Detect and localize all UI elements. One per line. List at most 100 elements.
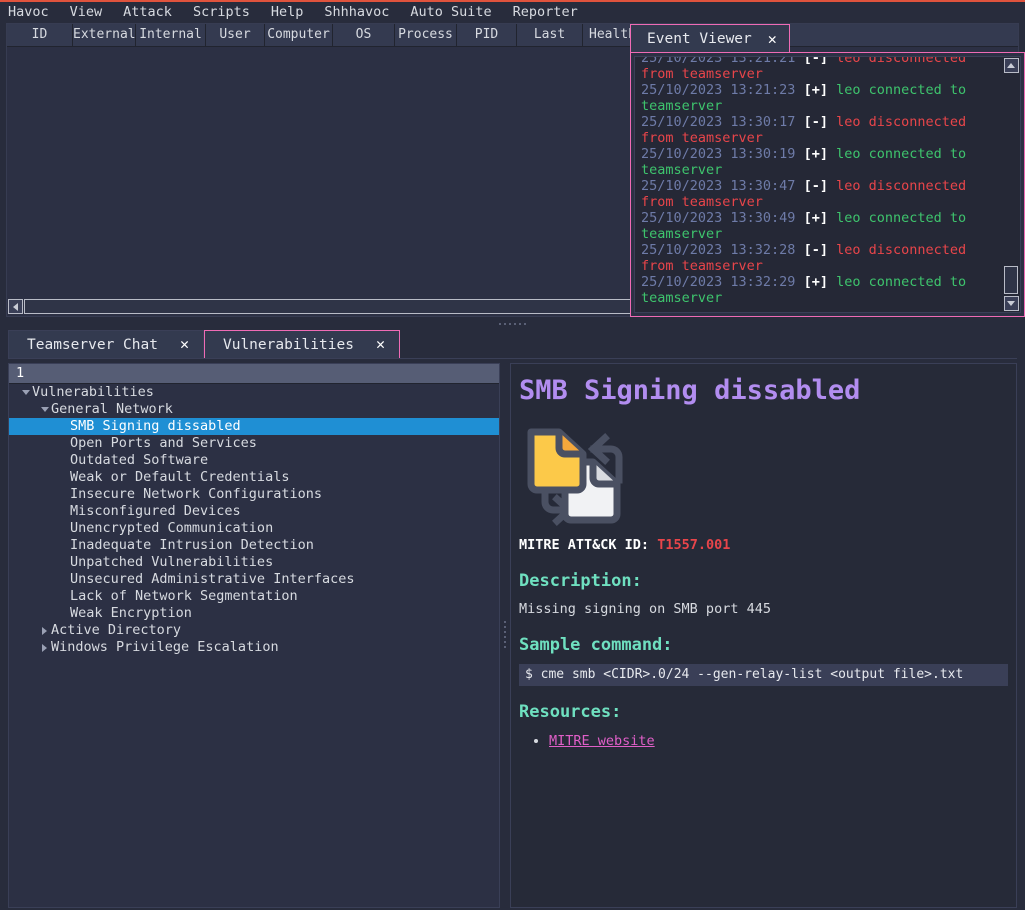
menu-item-reporter[interactable]: Reporter xyxy=(513,2,578,23)
tree-item-label: Vulnerabilities xyxy=(32,384,154,400)
tree-item-label: SMB Signing dissabled xyxy=(70,418,241,434)
caret-down-icon[interactable] xyxy=(38,407,51,412)
menu-item-scripts[interactable]: Scripts xyxy=(193,2,250,23)
tree-item[interactable]: Weak or Default Credentials xyxy=(9,469,499,486)
vertical-splitter[interactable] xyxy=(500,363,510,908)
column-header-internal[interactable]: Internal xyxy=(136,24,206,46)
event-timestamp: 25/10/2023 13:21:21 xyxy=(641,57,796,66)
vertical-scroll-track[interactable] xyxy=(1003,73,1019,296)
column-header-computer[interactable]: Computer xyxy=(265,24,333,46)
column-header-pid[interactable]: PID xyxy=(457,24,517,46)
menu-item-attack[interactable]: Attack xyxy=(123,2,172,23)
mitre-attack-row: MITRE ATT&CK ID: T1557.001 xyxy=(519,536,1008,555)
menu-bar: Havoc View Attack Scripts Help Shhhavoc Auto S… xyxy=(0,2,1025,23)
splitter-handle-dots xyxy=(499,323,526,325)
description-heading: Description: xyxy=(519,571,642,591)
scroll-left-button[interactable] xyxy=(8,299,23,314)
event-timestamp: 25/10/2023 13:30:49 xyxy=(641,210,796,226)
vulnerabilities-pane: 1 Vulnerabilities General Network SMB Sign… xyxy=(8,363,1017,908)
tree-item[interactable]: Inadequate Intrusion Detection xyxy=(9,537,499,554)
event-marker: [+] xyxy=(803,210,828,226)
vulnerability-tree-panel: 1 Vulnerabilities General Network SMB Sign… xyxy=(8,363,500,908)
tab-vulnerabilities[interactable]: Vulnerabilities ✕ xyxy=(203,330,400,358)
mitre-website-link[interactable]: MITRE website xyxy=(549,733,655,749)
tree-item-label: Lack of Network Segmentation xyxy=(70,588,298,604)
sample-command-code[interactable]: $ cme smb <CIDR>.0/24 --gen-relay-list <… xyxy=(519,664,1008,686)
chevron-up-icon xyxy=(1007,63,1015,68)
tree-item[interactable]: Unencrypted Communication xyxy=(9,520,499,537)
column-header-last[interactable]: Last xyxy=(517,24,583,46)
scroll-down-button[interactable] xyxy=(1003,296,1019,311)
resources-list: MITRE website xyxy=(549,731,1008,751)
event-timestamp: 25/10/2023 13:21:23 xyxy=(641,82,796,98)
vulnerability-detail-panel: SMB Signing dissabled MITRE ATT&CK ID: T… xyxy=(510,363,1017,908)
tree-item[interactable]: Weak Encryption xyxy=(9,605,499,622)
column-header-id[interactable]: ID xyxy=(7,24,73,46)
tree-item[interactable]: Lack of Network Segmentation xyxy=(9,588,499,605)
event-viewer-tabbar: Event Viewer ✕ xyxy=(630,23,1025,53)
tab-teamserver-chat[interactable]: Teamserver Chat ✕ xyxy=(8,330,204,358)
column-header-os[interactable]: OS xyxy=(333,24,395,46)
event-timestamp: 25/10/2023 13:30:47 xyxy=(641,178,796,194)
caret-right-icon[interactable] xyxy=(38,626,51,635)
menu-item-auto-suite[interactable]: Auto Suite xyxy=(410,2,491,23)
tree-item[interactable]: Unpatched Vulnerabilities xyxy=(9,554,499,571)
event-log[interactable]: 25/10/2023 13:21:21 [-] leo disconnected… xyxy=(635,57,1002,312)
tree-item[interactable]: Vulnerabilities xyxy=(9,384,499,401)
tree-item-label: Inadequate Intrusion Detection xyxy=(70,537,314,553)
event-log-entry: 25/10/2023 13:21:23 [+] leo connected to… xyxy=(641,82,998,114)
top-region: ID External Internal User Computer OS Process P… xyxy=(4,23,1025,317)
tree-item[interactable]: Unsecured Administrative Interfaces xyxy=(9,571,499,588)
close-icon[interactable]: ✕ xyxy=(180,337,189,352)
event-marker: [-] xyxy=(803,114,828,130)
column-header-user[interactable]: User xyxy=(206,24,265,46)
tree-item[interactable]: Misconfigured Devices xyxy=(9,503,499,520)
sample-command-heading: Sample command: xyxy=(519,635,673,655)
mitre-id-value: T1557.001 xyxy=(657,537,731,553)
vertical-scroll-thumb[interactable] xyxy=(1004,266,1018,294)
event-viewer-vertical-scrollbar[interactable] xyxy=(1002,57,1020,312)
event-log-entry: 25/10/2023 13:32:29 [+] leo connected to… xyxy=(641,274,998,306)
tree-item[interactable]: Open Ports and Services xyxy=(9,435,499,452)
column-header-external[interactable]: External xyxy=(73,24,136,46)
horizontal-splitter[interactable] xyxy=(0,317,1025,331)
mitre-label: MITRE ATT&CK ID: xyxy=(519,537,650,553)
tree-item-label: General Network xyxy=(51,401,173,417)
vulnerability-tree[interactable]: Vulnerabilities General Network SMB Signin… xyxy=(9,384,499,656)
tree-item[interactable]: Active Directory xyxy=(9,622,499,639)
event-marker: [+] xyxy=(803,146,828,162)
file-transfer-icon xyxy=(521,422,1008,530)
menu-item-view[interactable]: View xyxy=(70,2,103,23)
event-timestamp: 25/10/2023 13:30:19 xyxy=(641,146,796,162)
tree-item-label: Outdated Software xyxy=(70,452,209,468)
caret-down-icon[interactable] xyxy=(19,390,32,395)
close-icon[interactable]: ✕ xyxy=(768,31,777,47)
event-marker: [+] xyxy=(803,82,828,98)
tree-item[interactable]: Outdated Software xyxy=(9,452,499,469)
tree-column-header[interactable]: 1 xyxy=(9,364,499,384)
tab-event-viewer[interactable]: Event Viewer ✕ xyxy=(630,24,790,53)
menu-item-havoc[interactable]: Havoc xyxy=(8,2,49,23)
tree-item[interactable]: SMB Signing dissabled xyxy=(9,418,499,435)
tree-item-label: Unsecured Administrative Interfaces xyxy=(70,571,355,587)
event-log-entry: 25/10/2023 13:30:17 [-] leo disconnected… xyxy=(641,114,998,146)
close-icon[interactable]: ✕ xyxy=(376,337,385,352)
event-viewer-inner: 25/10/2023 13:21:21 [-] leo disconnected… xyxy=(634,56,1021,313)
menu-item-shhhavoc[interactable]: Shhhavoc xyxy=(324,2,389,23)
caret-right-icon[interactable] xyxy=(38,643,51,652)
tree-item[interactable]: General Network xyxy=(9,401,499,418)
tree-item-label: Unencrypted Communication xyxy=(70,520,274,536)
tree-item[interactable]: Insecure Network Configurations xyxy=(9,486,499,503)
tree-item-label: Insecure Network Configurations xyxy=(70,486,322,502)
column-header-process[interactable]: Process xyxy=(395,24,457,46)
tab-label: Event Viewer xyxy=(647,31,752,47)
tree-item-label: Unpatched Vulnerabilities xyxy=(70,554,274,570)
event-log-entry: 25/10/2023 13:30:19 [+] leo connected to… xyxy=(641,146,998,178)
event-marker: [-] xyxy=(803,57,828,66)
scroll-up-button[interactable] xyxy=(1003,58,1019,73)
menu-item-help[interactable]: Help xyxy=(271,2,304,23)
event-timestamp: 25/10/2023 13:32:29 xyxy=(641,274,796,290)
tree-item[interactable]: Windows Privilege Escalation xyxy=(9,639,499,656)
tree-item-label: Windows Privilege Escalation xyxy=(51,639,279,655)
tree-item-label: Misconfigured Devices xyxy=(70,503,241,519)
